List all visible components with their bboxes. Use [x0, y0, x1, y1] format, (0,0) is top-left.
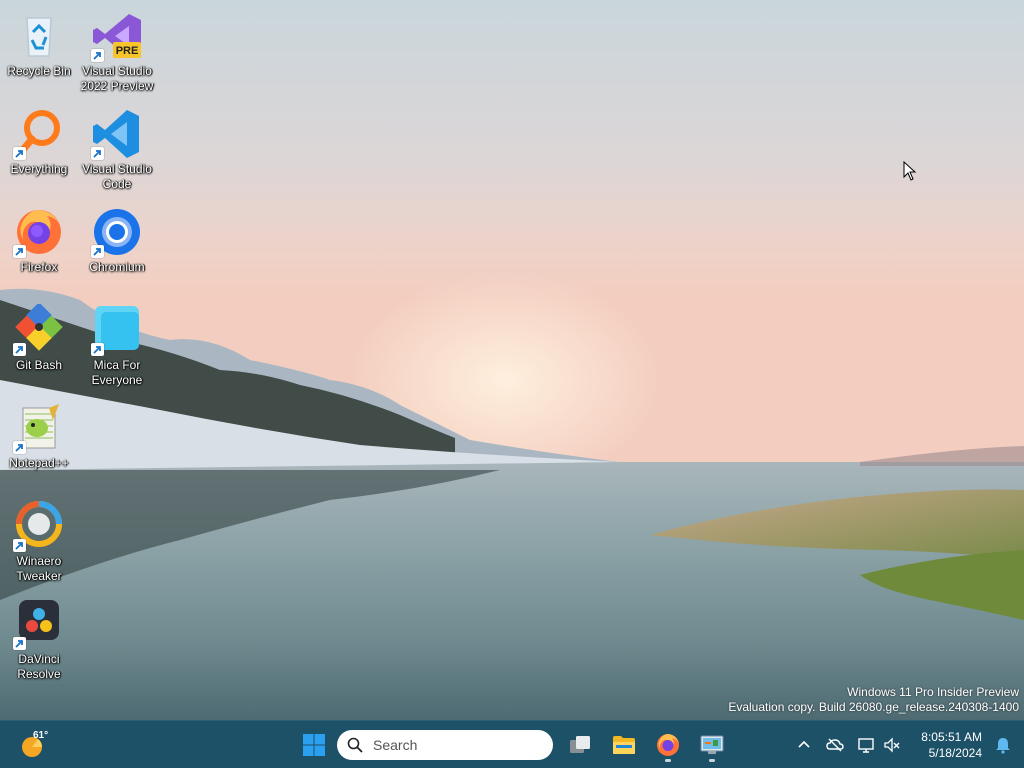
search-icon	[347, 737, 363, 753]
weather-widget[interactable]: 61°	[18, 729, 52, 761]
control-panel-icon	[700, 735, 724, 754]
shortcut-arrow-icon	[13, 343, 26, 356]
desktop-icon-firefox[interactable]: Firefox	[0, 202, 78, 294]
desktop-icon-label: Mica For Everyone	[91, 358, 143, 387]
desktop-icon-label: Everything	[10, 162, 68, 176]
firefox-icon	[657, 734, 679, 756]
shortcut-arrow-icon	[91, 49, 104, 62]
evaluation-watermark: Windows 11 Pro Insider Preview Evaluatio…	[728, 685, 1019, 715]
firefox-icon	[13, 206, 65, 258]
desktop-icon-git-bash[interactable]: Git Bash	[0, 300, 78, 392]
preview-badge: PRE	[116, 45, 139, 57]
desktop-icon-label: Firefox	[20, 260, 58, 274]
clock-time: 8:05:51 AM	[921, 730, 982, 744]
windows-start-icon	[303, 734, 325, 756]
winaero-tweaker-icon	[13, 500, 65, 552]
volume-muted-icon[interactable]	[883, 736, 901, 754]
desktop-icon-label: Winaero Tweaker	[16, 554, 62, 583]
git-bash-icon	[13, 304, 65, 356]
running-indicator	[709, 759, 715, 762]
watermark-build: Evaluation copy. Build 26080.ge_release.…	[728, 700, 1019, 714]
shortcut-arrow-icon	[13, 441, 26, 454]
start-button[interactable]	[296, 727, 332, 763]
watermark-edition: Windows 11 Pro Insider Preview	[847, 685, 1019, 699]
recycle-bin-icon	[13, 10, 65, 62]
desktop-icon-davinci-resolve[interactable]: DaVinci Resolve	[0, 594, 78, 686]
desktop-icon-everything[interactable]: Everything	[0, 104, 78, 196]
shortcut-arrow-icon	[91, 343, 104, 356]
network-icon[interactable]	[857, 736, 875, 754]
desktop-icon-label: Visual Studio Code	[82, 162, 152, 191]
desktop-icon-label: Visual Studio 2022 Preview	[80, 64, 154, 93]
taskbar-app-firefox[interactable]	[650, 727, 686, 763]
desktop-icon-label: Recycle Bin	[7, 64, 71, 78]
onedrive-offline-icon[interactable]	[826, 736, 844, 754]
desktop-icon-label: DaVinci Resolve	[17, 652, 61, 681]
desktop-icon-mica-for-everyone[interactable]: Mica For Everyone	[78, 300, 156, 392]
desktop-icon-label: Chromium	[89, 260, 145, 274]
taskbar-app-file-explorer[interactable]	[606, 727, 642, 763]
chevron-up-icon[interactable]	[795, 736, 813, 754]
system-tray: 8:05:51 AM 5/18/2024	[794, 721, 1024, 769]
notification-bell-icon[interactable]	[994, 736, 1012, 754]
desktop[interactable]: Recycle Bin PRE Visual Studio 2022 Previ…	[0, 0, 1024, 720]
task-view-button[interactable]	[562, 727, 598, 763]
desktop-icon-visual-studio-code[interactable]: Visual Studio Code	[78, 104, 156, 196]
visual-studio-preview-icon: PRE	[91, 10, 143, 62]
desktop-icon-notepad-plus-plus[interactable]: Notepad++	[0, 398, 78, 490]
shortcut-arrow-icon	[13, 637, 26, 650]
taskbar-app-control-panel[interactable]	[694, 727, 730, 763]
shortcut-arrow-icon	[91, 147, 104, 160]
running-indicator	[665, 759, 671, 762]
davinci-resolve-icon	[13, 598, 65, 650]
notepad-plus-plus-icon	[13, 402, 65, 454]
desktop-icon-chromium[interactable]: Chromium	[78, 202, 156, 294]
clock-date: 5/18/2024	[928, 746, 982, 760]
mica-icon	[91, 304, 143, 356]
shortcut-arrow-icon	[13, 245, 26, 258]
weather-temperature: 61°	[33, 730, 49, 741]
taskbar: 61° Search 8:05:51 AM 5/18/2024	[0, 720, 1024, 768]
shortcut-arrow-icon	[13, 147, 26, 160]
magnifier-orange-icon	[13, 108, 65, 160]
taskbar-search-box[interactable]: Search	[337, 730, 553, 760]
chromium-icon	[91, 206, 143, 258]
desktop-icon-label: Git Bash	[15, 358, 63, 372]
folder-icon	[613, 736, 635, 754]
mouse-pointer-icon	[903, 161, 917, 181]
task-view-icon	[570, 736, 590, 753]
desktop-icon-grid: Recycle Bin PRE Visual Studio 2022 Previ…	[0, 0, 160, 720]
taskbar-clock[interactable]: 8:05:51 AM 5/18/2024	[921, 729, 982, 761]
desktop-icon-recycle-bin[interactable]: Recycle Bin	[0, 6, 78, 98]
shortcut-arrow-icon	[91, 245, 104, 258]
desktop-icon-visual-studio-2022-preview[interactable]: PRE Visual Studio 2022 Preview	[78, 6, 156, 98]
desktop-icon-winaero-tweaker[interactable]: Winaero Tweaker	[0, 496, 78, 588]
search-placeholder: Search	[373, 737, 418, 753]
desktop-icon-label: Notepad++	[9, 456, 69, 470]
vscode-icon	[91, 108, 143, 160]
shortcut-arrow-icon	[13, 539, 26, 552]
